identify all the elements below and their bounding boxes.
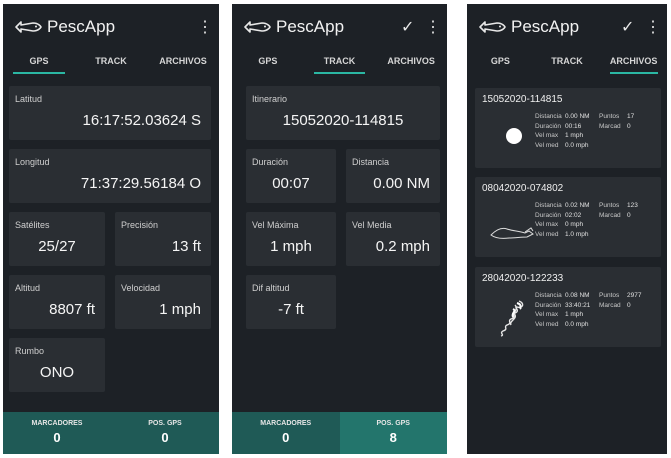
velocidad-value: 1 mph — [159, 301, 201, 318]
longitud-value: 71:37:29.56184 O — [80, 175, 201, 192]
pos-gps-button[interactable]: POS. GPS 0 — [111, 412, 219, 454]
marcadores-count: 0 — [53, 430, 61, 445]
tab-gps[interactable]: GPS — [232, 50, 304, 76]
fish-logo-icon — [479, 21, 506, 33]
vel-media-label: Vel Media — [352, 220, 392, 230]
rumbo-card: Rumbo ONO — [9, 338, 105, 392]
track-stats: Distancia 0.08 NM Puntos 2977 Duración 33:40… — [535, 292, 642, 328]
precision-card: Precisión 13 ft — [115, 212, 211, 266]
duracion-card: Duración 00:07 — [246, 149, 336, 203]
precision-label: Precisión — [121, 220, 159, 230]
vel-media-card: Vel Media 0.2 mph — [346, 212, 440, 266]
fish-logo-icon — [244, 21, 271, 33]
vel-maxima-label: Vel Máxima — [252, 220, 299, 230]
more-vert-icon[interactable]: ⋮ — [645, 17, 661, 37]
itinerario-value: 15052020-114815 — [282, 112, 404, 129]
marcadores-label: MARCADORES — [31, 420, 83, 427]
distancia-value: 0.00 NM — [373, 175, 430, 192]
app-bar: PescApp ✓ ⋮ — [232, 4, 447, 50]
satelites-value: 25/27 — [38, 238, 76, 255]
tab-archivos[interactable]: ARCHIVOS — [147, 50, 219, 76]
tab-archivos[interactable]: ARCHIVOS — [600, 50, 667, 76]
track-thumbnail-scribble-icon — [500, 300, 524, 337]
altitud-value: 8807 ft — [49, 301, 95, 318]
pos-gps-button[interactable]: POS. GPS 8 — [339, 412, 447, 454]
app-bar: PescApp ✓ ⋮ — [467, 4, 667, 50]
dif-altitud-card: Dif altitud -7 ft — [246, 275, 336, 329]
tab-bar: GPS TRACK ARCHIVOS — [467, 50, 667, 76]
duracion-value: 00:07 — [272, 175, 310, 192]
vel-maxima-card: Vel Máxima 1 mph — [246, 212, 336, 266]
track-file-item[interactable]: 15052020-114815 Distancia 0.00 NM Puntos 17… — [475, 88, 661, 168]
latitud-value: 16:17:52.03624 S — [82, 112, 201, 129]
track-file-name: 28042020-122233 — [482, 273, 564, 284]
tab-track[interactable]: TRACK — [75, 50, 147, 76]
track-stats: Distancia 0.02 NM Puntos 123 Duración 02:02 M… — [535, 202, 638, 238]
app-title: PescApp — [276, 17, 345, 36]
gps-screen: PescApp ⋮ GPS TRACK ARCHIVOS Latitud 16:… — [3, 4, 219, 454]
marcadores-button[interactable]: MARCADORES 0 — [232, 412, 340, 454]
app-title: PescApp — [47, 17, 116, 36]
track-stats: Distancia 0.00 NM Puntos 17 Duración 00:16 Ma… — [535, 113, 635, 149]
track-file-name: 15052020-114815 — [482, 94, 563, 105]
marcadores-count: 0 — [282, 430, 290, 445]
check-icon[interactable]: ✓ — [401, 17, 414, 37]
bottom-bar: MARCADORES 0 POS. GPS 8 — [232, 412, 447, 454]
tab-track[interactable]: TRACK — [304, 50, 376, 76]
longitud-label: Longitud — [15, 157, 50, 167]
tab-bar: GPS TRACK ARCHIVOS — [3, 50, 219, 76]
itinerario-label: Itinerario — [252, 94, 288, 104]
vel-maxima-value: 1 mph — [270, 238, 312, 255]
distancia-label: Distancia — [352, 157, 390, 167]
archivos-screen: PescApp ✓ ⋮ GPS TRACK ARCHIVOS 15052020-… — [467, 4, 667, 454]
satelites-label: Satélites — [15, 220, 50, 230]
marcadores-label: MARCADORES — [260, 420, 312, 427]
dif-altitud-value: -7 ft — [278, 301, 304, 318]
track-thumbnail-line-icon — [490, 227, 534, 239]
track-screen: PescApp ✓ ⋮ GPS TRACK ARCHIVOS Itinerari… — [232, 4, 447, 454]
tab-archivos[interactable]: ARCHIVOS — [375, 50, 447, 76]
bottom-bar: MARCADORES 0 POS. GPS 0 — [3, 412, 219, 454]
pos-gps-count: 0 — [161, 430, 169, 445]
dif-altitud-label: Dif altitud — [252, 283, 290, 293]
tab-gps[interactable]: GPS — [467, 50, 534, 76]
tab-gps[interactable]: GPS — [3, 50, 75, 76]
altitud-label: Altitud — [15, 283, 41, 293]
rumbo-label: Rumbo — [15, 346, 45, 356]
vel-media-value: 0.2 mph — [375, 238, 430, 255]
tab-bar: GPS TRACK ARCHIVOS — [232, 50, 447, 76]
pos-gps-label: POS. GPS — [148, 420, 182, 427]
latitud-label: Latitud — [15, 94, 43, 104]
precision-value: 13 ft — [171, 238, 201, 255]
distancia-card: Distancia 0.00 NM — [346, 149, 440, 203]
marcadores-button[interactable]: MARCADORES 0 — [3, 412, 111, 454]
tab-track[interactable]: TRACK — [534, 50, 601, 76]
track-file-item[interactable]: 28042020-122233 Distancia 0.08 NM Puntos 29… — [475, 267, 661, 347]
altitud-card: Altitud 8807 ft — [9, 275, 105, 329]
track-file-item[interactable]: 08042020-074802 Distancia 0.02 NM Puntos 12… — [475, 177, 661, 257]
itinerario-card: Itinerario 15052020-114815 — [246, 86, 440, 140]
track-file-name: 08042020-074802 — [482, 183, 564, 194]
longitud-card: Longitud 71:37:29.56184 O — [9, 149, 211, 203]
app-title: PescApp — [511, 17, 580, 36]
check-icon[interactable]: ✓ — [621, 17, 634, 37]
more-vert-icon[interactable]: ⋮ — [425, 17, 441, 37]
rumbo-value: ONO — [39, 364, 75, 381]
fish-logo-icon — [15, 21, 42, 33]
pos-gps-count: 8 — [389, 430, 397, 445]
track-thumbnail-dot-icon — [506, 128, 522, 144]
more-vert-icon[interactable]: ⋮ — [197, 17, 213, 37]
latitud-card: Latitud 16:17:52.03624 S — [9, 86, 211, 140]
velocidad-label: Velocidad — [121, 283, 161, 293]
app-bar: PescApp ⋮ — [3, 4, 219, 50]
pos-gps-label: POS. GPS — [376, 420, 410, 427]
duracion-label: Duración — [252, 157, 289, 167]
velocidad-card: Velocidad 1 mph — [115, 275, 211, 329]
satelites-card: Satélites 25/27 — [9, 212, 105, 266]
